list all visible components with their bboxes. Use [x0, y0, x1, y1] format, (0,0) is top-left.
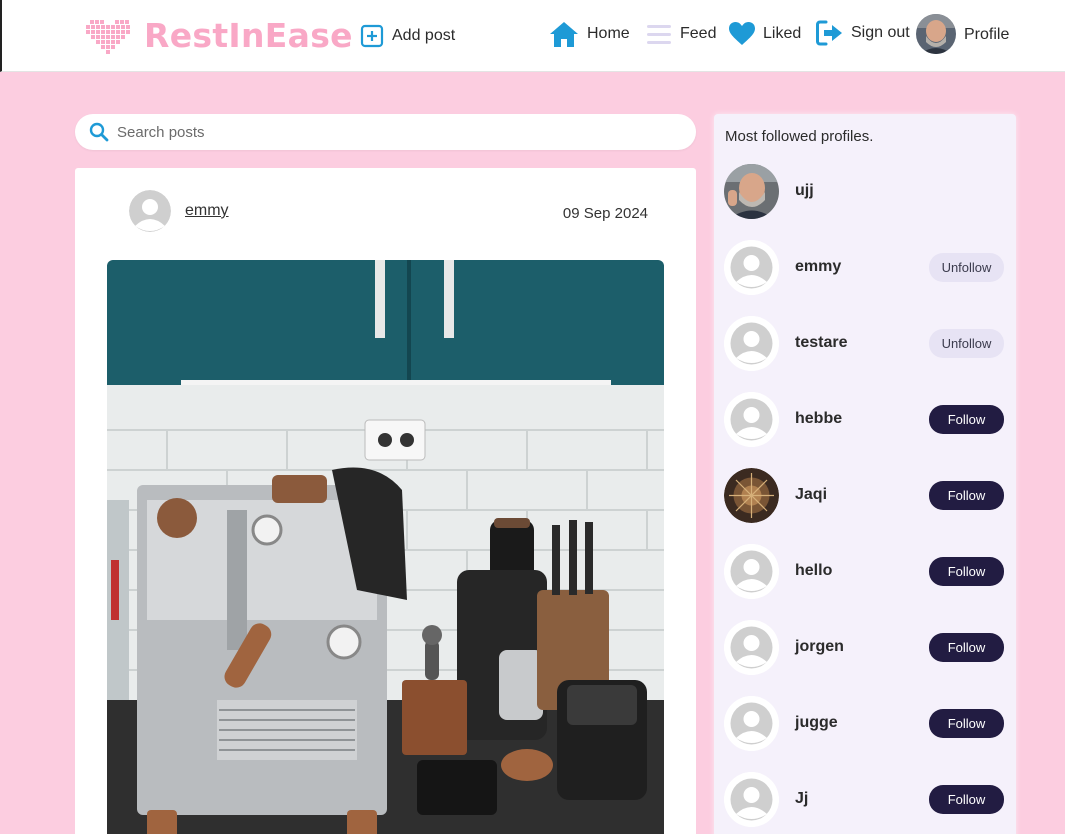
profile-name[interactable]: ujj	[795, 182, 814, 200]
avatar[interactable]	[724, 163, 779, 219]
avatar[interactable]	[724, 771, 779, 827]
nav-feed[interactable]: Feed	[646, 22, 716, 46]
profile-row: emmy Unfollow	[724, 239, 1006, 295]
most-followed-panel: Most followed profiles. ujj emmy Unfollo…	[714, 114, 1016, 834]
nav-home-label: Home	[587, 25, 630, 42]
profile-row: jorgen Follow	[724, 619, 1006, 675]
search-bar	[75, 114, 696, 150]
sidebar-title: Most followed profiles.	[725, 128, 874, 145]
post-image[interactable]	[107, 260, 664, 834]
avatar[interactable]	[724, 391, 779, 447]
nav-sign-out[interactable]: Sign out	[816, 20, 910, 46]
nav-sign-out-label: Sign out	[851, 24, 910, 41]
avatar[interactable]	[724, 239, 779, 295]
nav-profile[interactable]: Profile	[916, 14, 1009, 54]
nav-feed-label: Feed	[680, 25, 717, 42]
profile-row: Jj Follow	[724, 771, 1006, 827]
add-post-label: Add post	[392, 27, 456, 44]
menu-lines-icon	[647, 25, 671, 44]
profile-row: testare Unfollow	[724, 315, 1006, 371]
post-card: emmy 09 Sep 2024	[75, 168, 696, 834]
profile-name[interactable]: testare	[795, 334, 847, 352]
profile-name[interactable]: Jj	[795, 790, 808, 808]
search-icon	[89, 122, 109, 142]
profile-row: jugge Follow	[724, 695, 1006, 751]
nav-home[interactable]: Home	[549, 20, 630, 48]
post-date: 09 Sep 2024	[562, 205, 648, 222]
avatar[interactable]	[724, 315, 779, 371]
brand-name: RestInEase	[144, 16, 353, 55]
follow-button[interactable]: Follow	[929, 557, 1004, 586]
avatar[interactable]	[724, 695, 779, 751]
nav-liked[interactable]: Liked	[729, 22, 801, 46]
follow-button[interactable]: Follow	[929, 785, 1004, 814]
avatar[interactable]	[724, 619, 779, 675]
plus-square-icon	[360, 24, 384, 48]
avatar[interactable]	[724, 543, 779, 599]
post-author: emmy	[129, 190, 229, 232]
follow-button[interactable]: Follow	[929, 481, 1004, 510]
profile-row: hello Follow	[724, 543, 1006, 599]
search-input[interactable]	[117, 123, 677, 141]
nav-liked-label: Liked	[763, 25, 802, 42]
profile-name[interactable]: jugge	[795, 714, 838, 732]
brand-logo[interactable]: RestInEase	[86, 14, 353, 58]
avatar[interactable]	[129, 190, 171, 232]
unfollow-button[interactable]: Unfollow	[929, 329, 1004, 358]
profile-name[interactable]: emmy	[795, 258, 841, 276]
profile-name[interactable]: hello	[795, 562, 832, 580]
profile-name[interactable]: jorgen	[795, 638, 844, 656]
profile-row: Jaqi Follow	[724, 467, 1006, 523]
profile-name[interactable]: hebbe	[795, 410, 842, 428]
profile-row: hebbe Follow	[724, 391, 1006, 447]
pixel-heart-icon	[86, 20, 130, 54]
nav-profile-label: Profile	[964, 26, 1010, 43]
sign-out-icon	[816, 20, 842, 46]
follow-button[interactable]: Follow	[929, 709, 1004, 738]
unfollow-button[interactable]: Unfollow	[929, 253, 1004, 282]
profile-row: ujj	[724, 163, 1006, 219]
follow-button[interactable]: Follow	[929, 405, 1004, 434]
avatar	[916, 14, 956, 54]
follow-button[interactable]: Follow	[929, 633, 1004, 662]
heart-icon	[729, 22, 755, 45]
add-post-link[interactable]: Add post	[360, 24, 455, 48]
home-icon	[550, 22, 578, 47]
post-author-name[interactable]: emmy	[185, 202, 229, 220]
avatar[interactable]	[724, 467, 779, 523]
profile-name[interactable]: Jaqi	[795, 486, 827, 504]
navbar: RestInEase Add post Home Feed Liked Sign…	[0, 0, 1065, 72]
